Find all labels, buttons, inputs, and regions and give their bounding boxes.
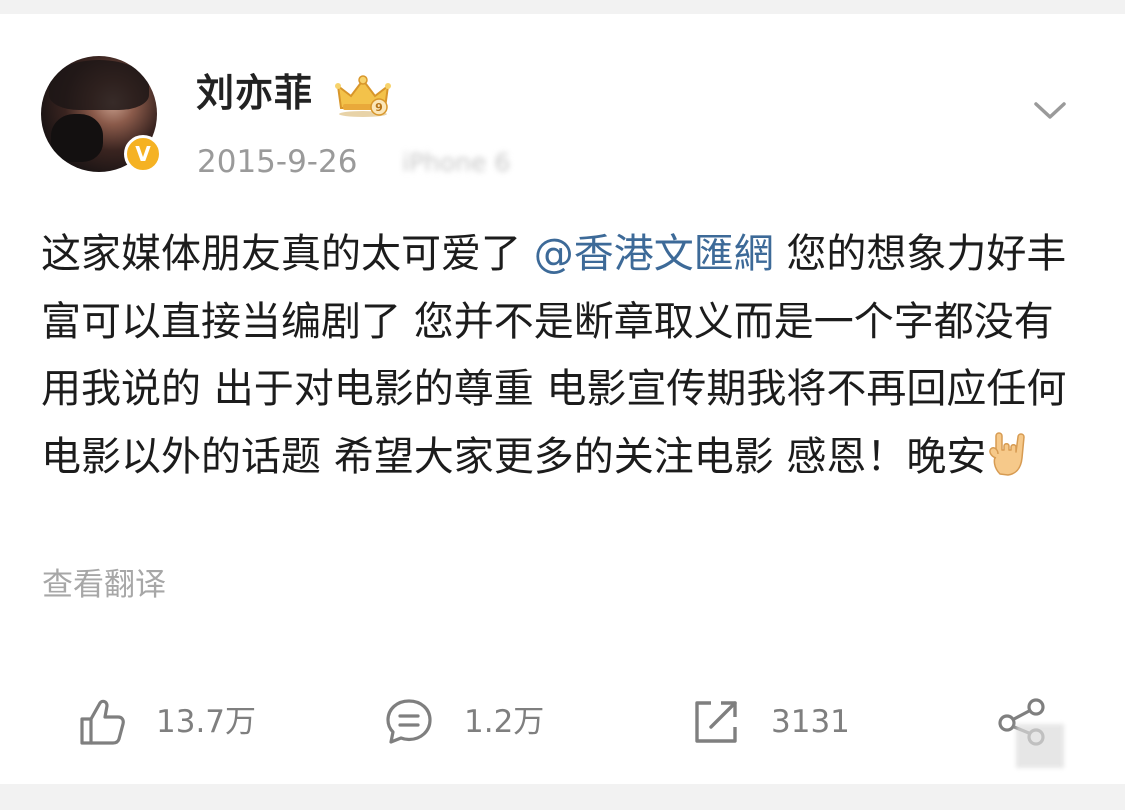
weibo-post-card: V 刘亦菲 9 2015-9-26 iPhone 6 这家媒体朋友真的太可爱了 … [0, 14, 1125, 784]
post-device: iPhone 6 [402, 148, 511, 177]
comment-icon [386, 699, 432, 744]
avatar-hair [49, 60, 149, 110]
comment-button[interactable]: 1.2万 [384, 694, 544, 750]
watermark [1016, 724, 1064, 768]
comment-count: 1.2万 [464, 704, 545, 740]
author-name[interactable]: 刘亦菲 [196, 70, 313, 116]
like-button[interactable]: 13.7万 [78, 694, 256, 750]
mention-link[interactable]: @香港文匯網 [534, 231, 774, 277]
crown-badge-icon[interactable]: 9 [333, 74, 393, 118]
repost-icon [695, 701, 737, 743]
verified-badge-icon: V [124, 135, 162, 173]
post-date: 2015-9-26 [197, 144, 358, 180]
avatar-cat [51, 114, 103, 162]
svg-text:9: 9 [375, 101, 383, 114]
post-content: 这家媒体朋友真的太可爱了 @香港文匯網 您的想象力好丰富可以直接当编剧了 您并不… [41, 221, 1071, 491]
post-text-part1: 这家媒体朋友真的太可爱了 [41, 231, 534, 277]
translate-link[interactable]: 查看翻译 [42, 564, 166, 606]
thumbs-up-icon [80, 699, 125, 745]
repost-button[interactable]: 3131 [691, 694, 850, 750]
repost-count: 3131 [771, 704, 850, 740]
like-count: 13.7万 [156, 704, 257, 740]
rock-hand-emoji-icon [989, 431, 1026, 476]
chevron-down-icon[interactable] [1030, 96, 1070, 124]
